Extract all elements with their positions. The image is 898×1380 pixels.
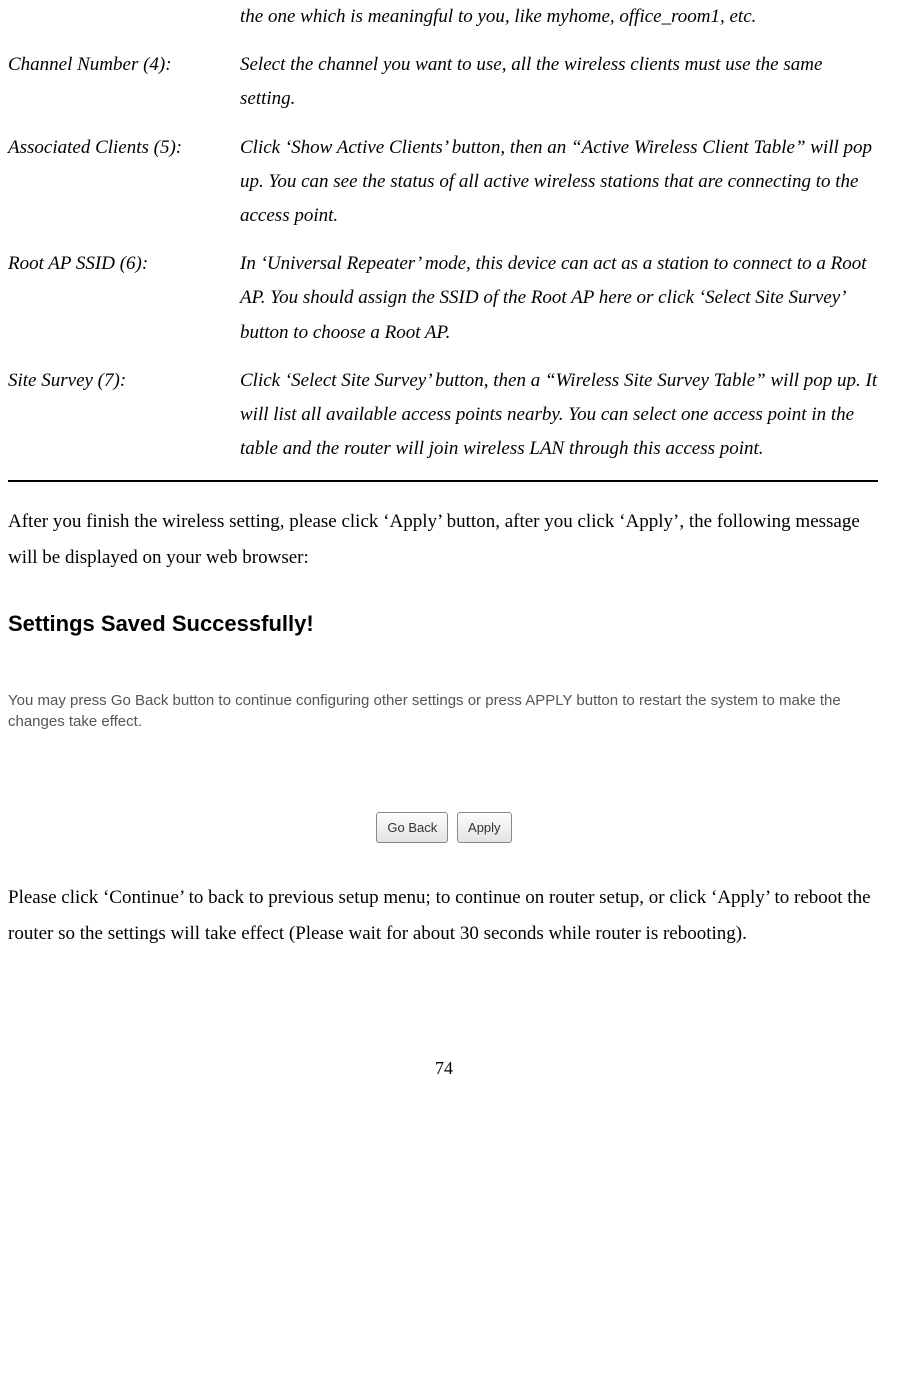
- definition-root-ap-ssid: Root AP SSID (6): In ‘Universal Repeater…: [8, 247, 880, 350]
- ssid-continuation-text: the one which is meaningful to you, like…: [240, 0, 880, 34]
- definition-associated-clients: Associated Clients (5): Click ‘Show Acti…: [8, 131, 880, 234]
- associated-clients-description: Click ‘Show Active Clients’ button, then…: [240, 131, 880, 234]
- go-back-button[interactable]: Go Back: [376, 812, 448, 843]
- definition-site-survey: Site Survey (7): Click ‘Select Site Surv…: [8, 364, 880, 467]
- root-ap-description: In ‘Universal Repeater’ mode, this devic…: [240, 247, 880, 350]
- settings-saved-dialog: Settings Saved Successfully! You may pre…: [8, 604, 880, 844]
- page-number: 74: [8, 1052, 880, 1084]
- channel-label: Channel Number (4):: [8, 48, 240, 116]
- dialog-heading: Settings Saved Successfully!: [8, 604, 880, 644]
- definition-channel-number: Channel Number (4): Select the channel y…: [8, 48, 880, 116]
- site-survey-label: Site Survey (7):: [8, 364, 240, 467]
- section-divider: [8, 480, 878, 482]
- apply-button[interactable]: Apply: [457, 812, 512, 843]
- associated-clients-label: Associated Clients (5):: [8, 131, 240, 234]
- dialog-button-row: Go Back Apply: [8, 810, 880, 844]
- dialog-subtext: You may press Go Back button to continue…: [8, 690, 880, 732]
- after-apply-instruction: After you finish the wireless setting, p…: [8, 504, 880, 576]
- channel-description: Select the channel you want to use, all …: [240, 48, 880, 116]
- continue-instruction: Please click ‘Continue’ to back to previ…: [8, 880, 880, 952]
- site-survey-description: Click ‘Select Site Survey’ button, then …: [240, 364, 880, 467]
- root-ap-label: Root AP SSID (6):: [8, 247, 240, 350]
